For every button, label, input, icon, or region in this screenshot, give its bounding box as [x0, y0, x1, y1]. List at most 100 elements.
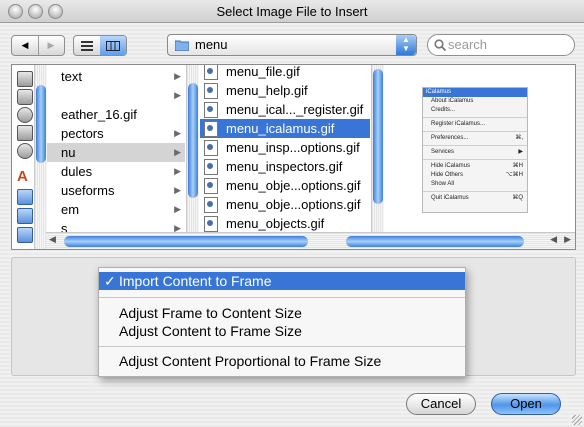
file-item[interactable]: menu_insp...options.gif — [200, 138, 370, 157]
folder-icon — [175, 40, 189, 51]
scroll-left-icon: ◀ — [550, 234, 557, 244]
image-file-icon — [204, 83, 218, 99]
view-mode-control — [73, 35, 127, 56]
image-file-icon — [204, 102, 218, 118]
path-popup[interactable]: menu ▲ ▼ — [167, 34, 417, 56]
preview-menu-separator — [423, 131, 527, 132]
search-icon — [434, 39, 446, 51]
computer-icon[interactable] — [17, 71, 33, 87]
preview-menu-item: Hide Others ⌥⌘H — [431, 172, 523, 178]
image-file-icon — [204, 65, 218, 80]
chevron-right-icon: ▶ — [174, 128, 181, 138]
list-item[interactable]: eather_16.gif — [47, 105, 185, 124]
list-item-selected[interactable]: nu ▶ — [47, 143, 185, 162]
list-item[interactable]: s ▶ — [47, 219, 185, 233]
title-bar: Select Image File to Insert — [0, 0, 584, 23]
column-view-icon — [106, 40, 120, 51]
file-item[interactable]: menu_obje...options.gif — [200, 195, 370, 214]
preview-menu-item: Register iCalamus... — [431, 121, 486, 127]
network-icon[interactable] — [17, 143, 33, 159]
horizontal-scroll-thumb[interactable] — [346, 236, 524, 247]
sidebar: A — [12, 65, 47, 249]
preview-menu-item: Preferences... ⌘, — [431, 135, 523, 141]
path-popup-label: menu — [195, 37, 228, 52]
chevron-right-icon: ▶ — [174, 71, 181, 81]
list-item[interactable]: dules ▶ — [47, 162, 185, 181]
search-placeholder: search — [448, 37, 488, 52]
image-file-icon — [204, 178, 218, 194]
back-button[interactable]: ◀ — [12, 36, 39, 55]
file-item[interactable]: menu_obje...options.gif — [200, 176, 370, 195]
search-field[interactable]: search — [427, 34, 575, 56]
preview-menu-separator — [423, 145, 527, 146]
back-forward-control: ◀ ▶ — [11, 35, 65, 56]
menu-item-adjust-frame[interactable]: Adjust Frame to Content Size — [99, 304, 465, 322]
file-item[interactable]: menu_objects.gif — [200, 214, 370, 233]
preview-menu-item: Quit iCalamus ⌘Q — [431, 195, 523, 201]
menu-separator — [99, 346, 465, 347]
file-item[interactable]: menu_help.gif — [200, 81, 370, 100]
image-file-icon — [204, 159, 218, 175]
window-title: Select Image File to Insert — [216, 4, 368, 19]
file-item[interactable]: menu_file.gif — [200, 65, 370, 81]
network-icon[interactable] — [17, 107, 33, 123]
chevron-right-icon: ▶ — [174, 90, 181, 100]
sidebar-scroll-thumb[interactable] — [36, 85, 46, 163]
browser-column-1: text ▶ ▶ eather_16.gif pectors ▶ nu ▶ dules… — [47, 65, 185, 233]
preview-menu-item: Services ▶ — [431, 149, 523, 155]
column-view-button[interactable] — [100, 36, 126, 55]
sidebar-scrollbar[interactable] — [34, 65, 47, 249]
disk-icon[interactable] — [17, 89, 33, 105]
import-options-menu: ✓ Import Content to Frame Adjust Frame t… — [98, 267, 466, 377]
column-1-scrollbar[interactable] — [186, 65, 199, 233]
column-2-scrollbar[interactable] — [371, 65, 384, 233]
menu-item-import-content[interactable]: ✓ Import Content to Frame — [99, 272, 465, 290]
preview-menu-item: Hide iCalamus ⌘H — [431, 163, 523, 169]
list-view-icon — [81, 40, 93, 51]
list-item[interactable]: pectors ▶ — [47, 124, 185, 143]
list-item[interactable]: text ▶ — [47, 67, 185, 86]
resize-grip-icon[interactable] — [572, 415, 582, 425]
list-item[interactable]: useforms ▶ — [47, 181, 185, 200]
chevron-right-icon: ▶ — [174, 166, 181, 176]
preview-menu-header: iCalamus — [423, 88, 527, 97]
horizontal-scroll-thumb[interactable] — [64, 236, 308, 247]
forward-arrow-icon: ▶ — [47, 40, 55, 50]
folder-icon[interactable] — [17, 227, 33, 243]
list-item[interactable]: ▶ — [47, 86, 185, 105]
file-browser: A text ▶ ▶ eather_16.gif pectors ▶ nu ▶ dul… — [11, 64, 576, 250]
list-view-button[interactable] — [74, 36, 101, 55]
folder-icon[interactable] — [17, 208, 33, 224]
menu-item-adjust-content[interactable]: Adjust Content to Frame Size — [99, 322, 465, 340]
back-arrow-icon: ◀ — [21, 40, 29, 50]
applications-icon[interactable]: A — [17, 168, 28, 185]
forward-button[interactable]: ▶ — [38, 36, 64, 55]
checkmark-icon: ✓ — [104, 273, 116, 289]
preview-menu-separator — [423, 117, 527, 118]
menu-item-adjust-proportional[interactable]: Adjust Content Proportional to Frame Siz… — [99, 352, 465, 370]
cancel-button[interactable]: Cancel — [406, 393, 476, 415]
chevron-right-icon: ▶ — [174, 185, 181, 195]
file-item[interactable]: menu_inspectors.gif — [200, 157, 370, 176]
image-file-icon — [204, 197, 218, 213]
preview-menu-item: Show All — [431, 181, 455, 187]
file-item[interactable]: menu_ical..._register.gif — [200, 100, 370, 119]
preview-menu-separator — [423, 159, 527, 160]
chevron-right-icon: ▶ — [174, 147, 181, 157]
column-1-scroll-thumb[interactable] — [188, 83, 198, 198]
horizontal-scrollbar[interactable]: ◀ ◀ ▶ — [46, 232, 575, 249]
preview-menu-item: About iCalamus — [431, 98, 474, 104]
file-item-selected[interactable]: menu_icalamus.gif — [200, 119, 370, 138]
popup-arrows-icon: ▲ ▼ — [396, 35, 416, 55]
folder-icon[interactable] — [17, 189, 33, 205]
open-button[interactable]: Open — [491, 393, 561, 415]
disk-icon[interactable] — [17, 125, 33, 141]
menu-separator — [99, 297, 465, 298]
open-dialog-window: Select Image File to Insert ◀ ▶ menu ▲ ▼… — [0, 0, 584, 427]
chevron-right-icon: ▶ — [174, 223, 181, 233]
image-file-icon — [204, 121, 218, 137]
list-item[interactable]: em ▶ — [47, 200, 185, 219]
column-2-scroll-thumb[interactable] — [373, 69, 383, 204]
scroll-right-icon: ▶ — [564, 234, 571, 244]
preview-menu-item: Credits... — [431, 107, 456, 113]
